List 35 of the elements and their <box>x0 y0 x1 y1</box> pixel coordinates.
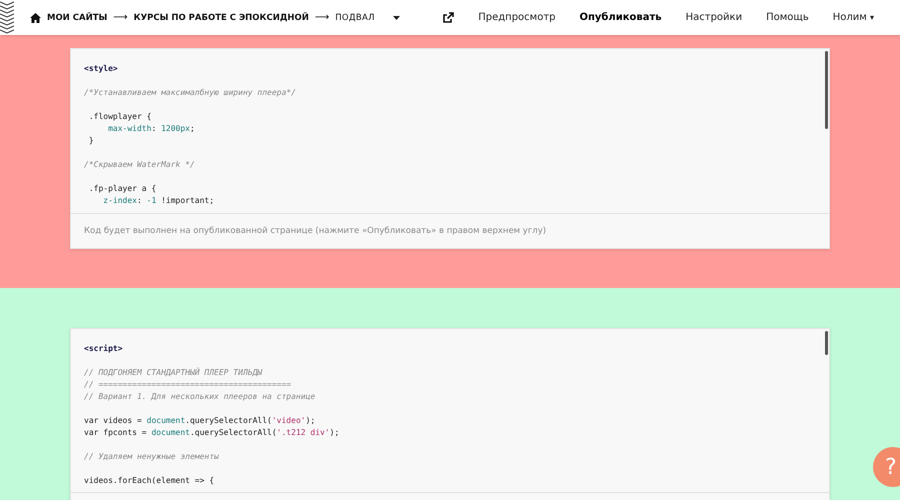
menu-link[interactable]: Опубликовать <box>580 12 662 23</box>
home-icon[interactable] <box>30 12 41 22</box>
code-line: /*Скрываем WaterMark */ <box>84 159 196 171</box>
breadcrumb-link[interactable]: КУРСЫ ПО РАБОТЕ С ЭПОКСИДНОЙ <box>134 12 309 22</box>
code-line: z-index: -1 !important; <box>102 195 216 207</box>
external-link-icon[interactable] <box>443 12 454 23</box>
menu-link[interactable]: Настройки <box>686 12 742 23</box>
code-line: /*Устанавливаем максималбную ширину плеера*/ <box>84 87 297 99</box>
breadcrumb-link[interactable]: ПОДВАЛ <box>335 12 375 22</box>
breadcrumb-link[interactable]: МОИ САЙТЫ <box>47 12 108 22</box>
code-editor[interactable] <box>70 48 830 249</box>
code-line: <script> <box>84 343 124 355</box>
code-line: // ПОДГОНЯЕМ СТАНДАРТНЫЙ ПЛЕЕР ТИЛЬДЫ <box>84 367 264 379</box>
code-line: .fp-player a { <box>88 183 158 195</box>
code-line: // ======================================== <box>84 379 292 391</box>
scrollbar-thumb[interactable] <box>825 51 828 129</box>
code-line: .flowplayer { <box>88 111 152 123</box>
code-line: // Удаляем ненужные элементы <box>84 451 220 463</box>
code-line: max-width: 1200px; <box>107 123 196 135</box>
arrow-separator: ⟶ <box>113 12 128 23</box>
code-line: var fpconts = document.querySelectorAll('.t212 div'); <box>84 427 340 439</box>
code-line: videos.forEach(element => { <box>84 475 216 487</box>
scrollbar-thumb[interactable] <box>825 331 828 355</box>
menu-link[interactable]: Помощь <box>766 12 809 23</box>
code-line: } <box>88 135 95 147</box>
zigzag-strip-icon <box>0 0 14 35</box>
arrow-separator: ⟶ <box>314 12 330 23</box>
code-line: var videos = document.querySelectorAll('video'); <box>84 415 316 427</box>
code-line: // Вариант 1. Для нескольких плееров на странице <box>84 391 316 403</box>
code-line: <style> <box>84 63 119 75</box>
editor-hint: Код будет выполнен на опубликованной странице (нажмите «Опубликовать» в правом верхнем углу) <box>71 213 829 248</box>
menu-link[interactable]: Предпросмотр <box>478 12 556 23</box>
user-menu[interactable]: Нолим ▾ <box>832 12 874 23</box>
code-editor[interactable] <box>70 328 830 500</box>
caret-icon[interactable] <box>392 16 400 20</box>
